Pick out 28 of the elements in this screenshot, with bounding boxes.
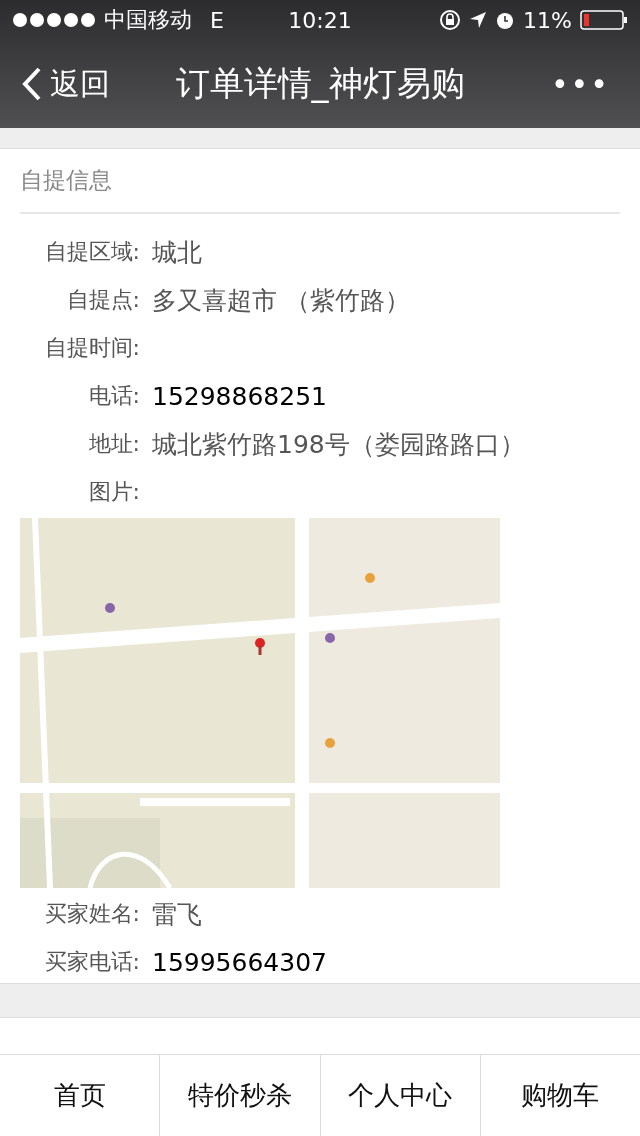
- field-value: 城北紫竹路198号（娄园路路口）: [152, 428, 525, 461]
- field-label: 自提时间:: [43, 334, 140, 362]
- more-button[interactable]: •••: [544, 65, 616, 103]
- page-title: 订单详情_神灯易购: [175, 62, 465, 105]
- alarm-icon: [495, 10, 516, 30]
- location-arrow-icon: [469, 11, 488, 29]
- back-button[interactable]: 返回: [0, 63, 110, 105]
- section-title: 自提信息: [20, 149, 620, 214]
- field-label: 地址:: [87, 430, 140, 458]
- field-label: 买家姓名:: [43, 900, 140, 928]
- field-value: 多又喜超市 （紫竹路）: [152, 284, 410, 317]
- clock: 10:21: [288, 7, 352, 33]
- battery-percent: 11%: [523, 7, 572, 33]
- carrier-name: 中国移动: [104, 6, 192, 34]
- field-value: 雷飞: [152, 898, 202, 931]
- field-value: 15995664307: [152, 947, 327, 977]
- field-label: 电话:: [87, 382, 140, 410]
- back-chevron-icon: [22, 67, 42, 101]
- field-label: 买家电话:: [43, 948, 140, 976]
- field-label: 自提区域:: [43, 238, 140, 266]
- battery-icon: [580, 10, 628, 30]
- field-value: 15298868251: [152, 381, 327, 411]
- field-label: 图片:: [87, 478, 140, 506]
- network-type: E: [210, 7, 224, 33]
- field-value: 城北: [152, 236, 202, 269]
- rotation-lock-icon: [439, 9, 462, 31]
- signal-icon: [12, 12, 96, 28]
- field-label: 自提点:: [65, 286, 140, 314]
